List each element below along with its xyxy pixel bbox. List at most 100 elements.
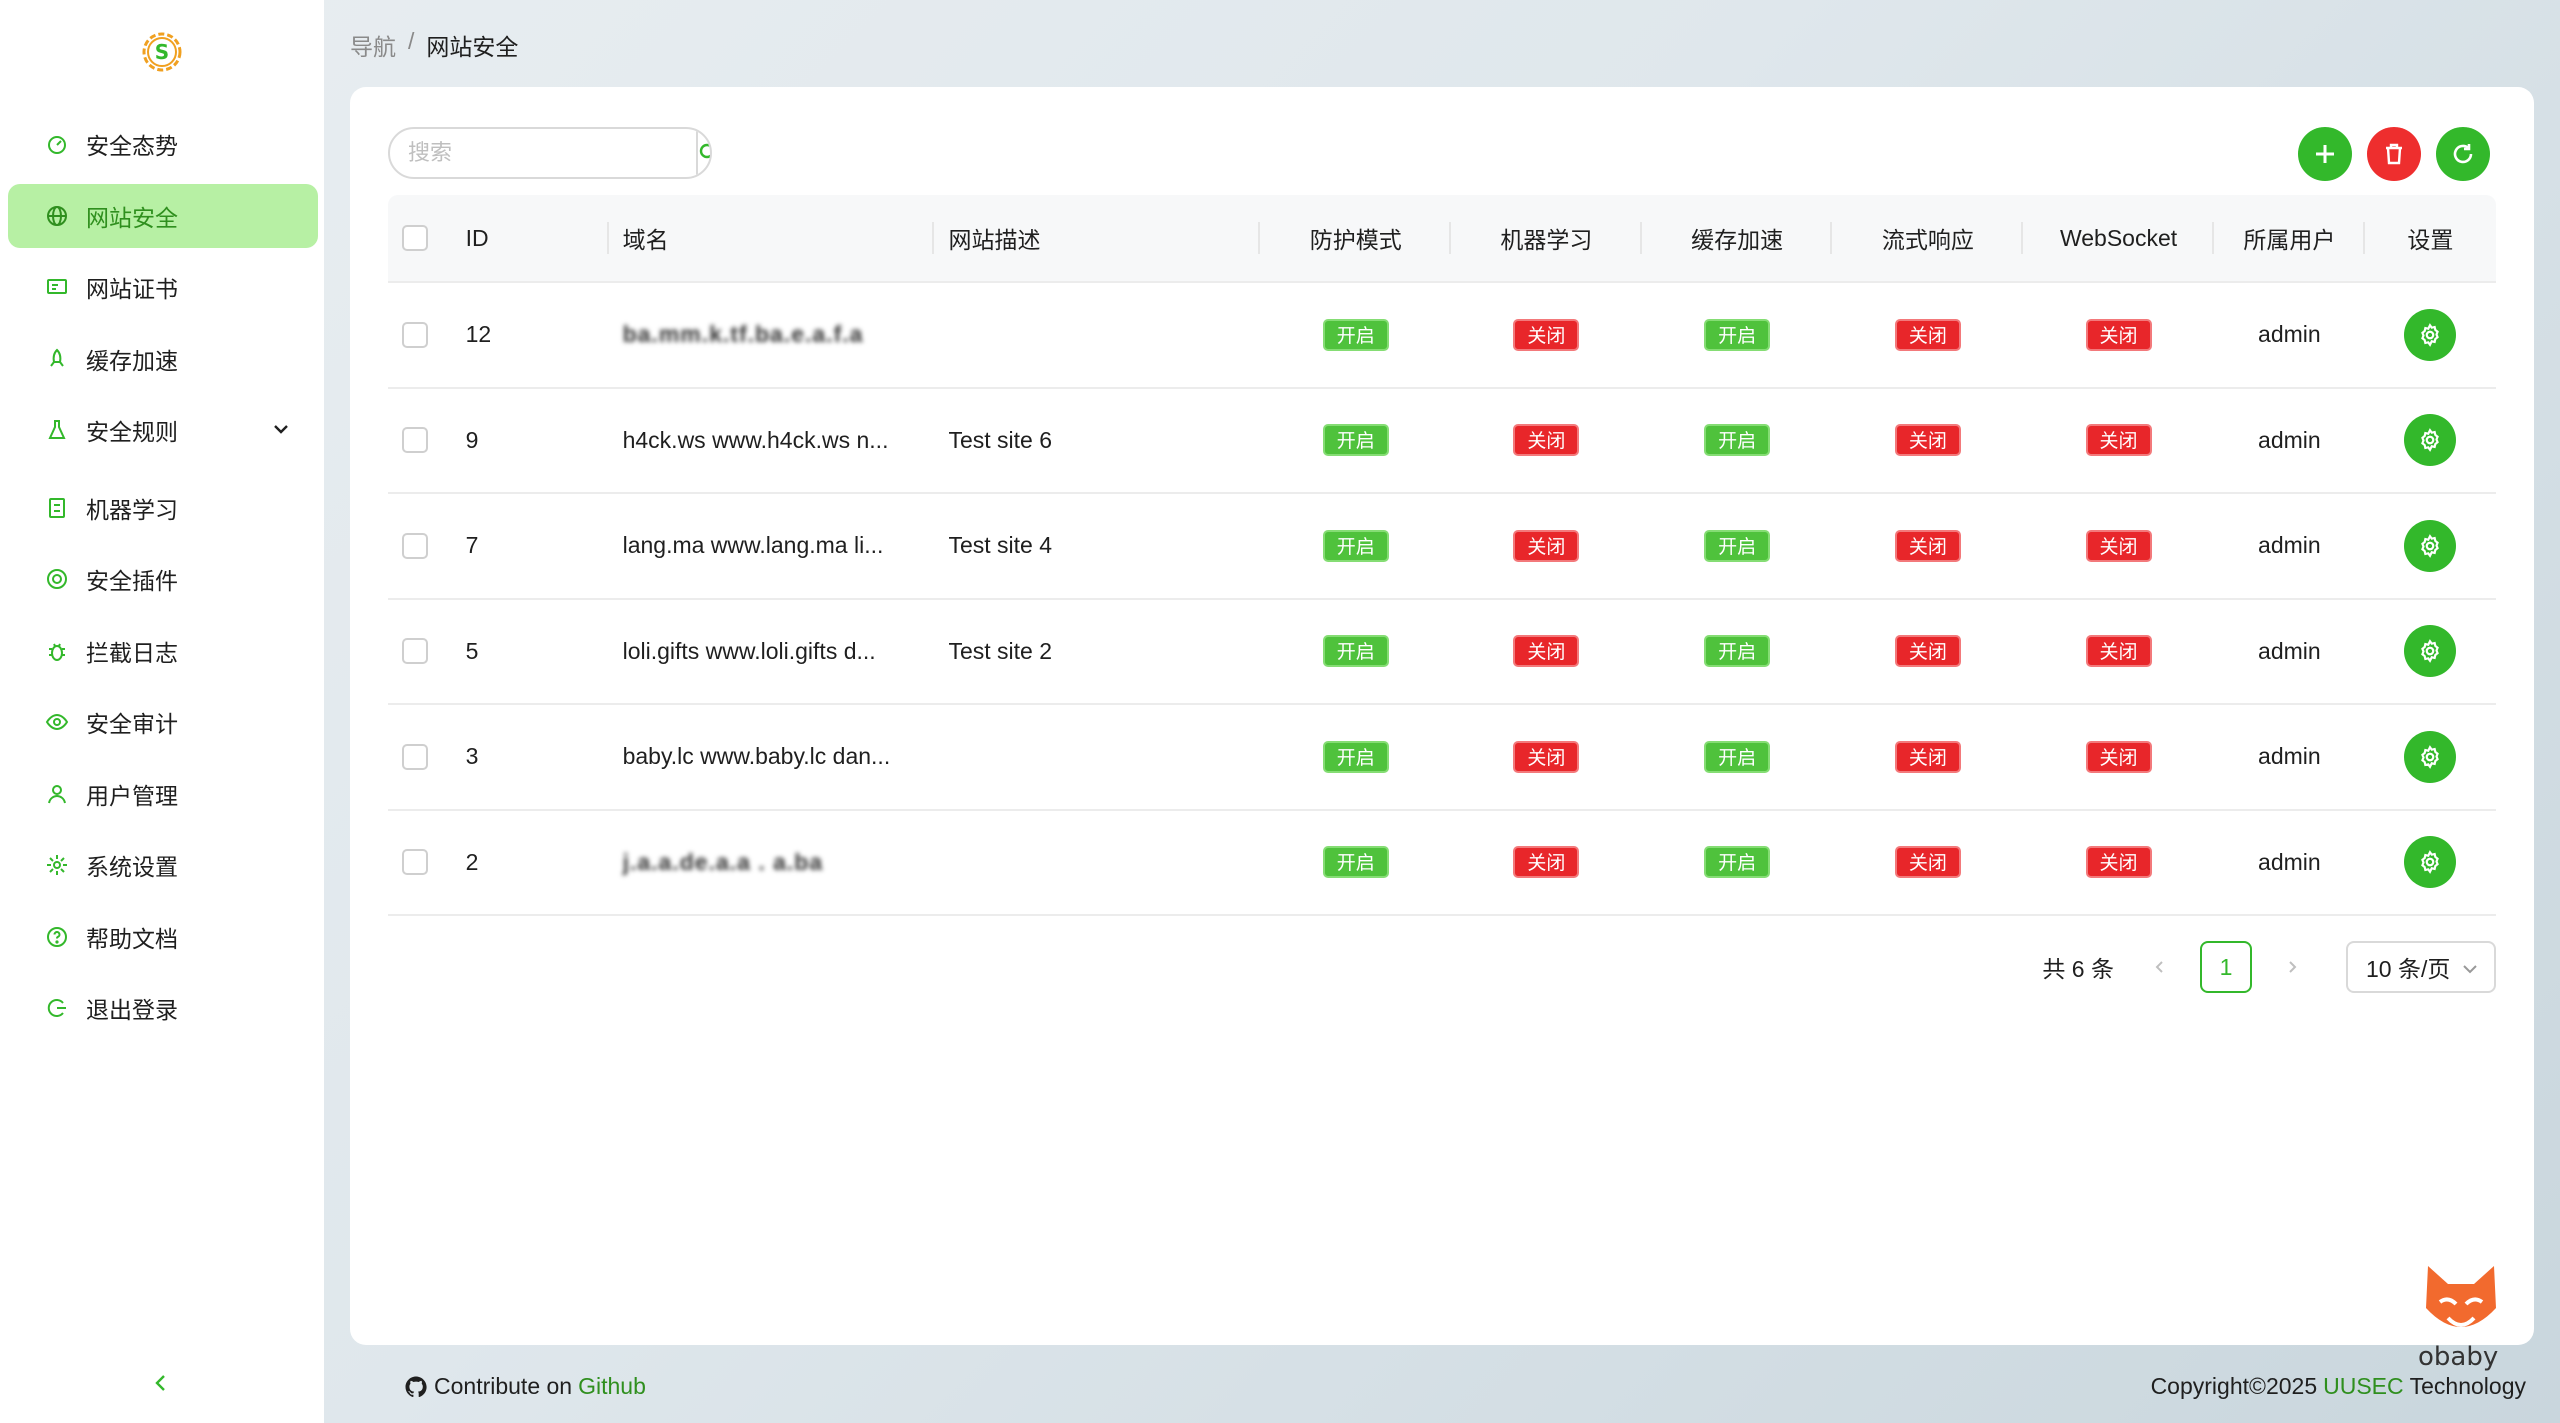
cache-tag-cell: 开启 [1642, 283, 1833, 387]
websocket-tag[interactable]: 关闭 [2085, 424, 2152, 457]
site-domain: loli.gifts www.loli.gifts d... [622, 637, 876, 664]
sidebar-item-cache[interactable]: 缓存加速 [8, 327, 318, 391]
cache-tag[interactable]: 开启 [1704, 846, 1771, 879]
sidebar-item-machine-learning[interactable]: 机器学习 [8, 476, 318, 540]
site-id: 5 [465, 637, 479, 664]
websocket-tag[interactable]: 关闭 [2085, 529, 2152, 562]
page-1-button[interactable]: 1 [2200, 941, 2252, 993]
globe-icon [44, 203, 70, 229]
cache-tag[interactable]: 开启 [1704, 318, 1771, 351]
search-button[interactable] [696, 129, 710, 177]
header-websocket: WebSocket [2023, 194, 2214, 282]
refresh-button[interactable] [2436, 127, 2490, 181]
prev-page-button[interactable] [2140, 941, 2180, 993]
site-settings-button[interactable] [2404, 519, 2457, 572]
machine-learning-tag[interactable]: 关闭 [1513, 529, 1580, 562]
github-link[interactable]: Github [578, 1373, 646, 1400]
protection-mode-tag-cell: 开启 [1260, 705, 1451, 809]
page-size-value: 10 条/页 [2366, 956, 2451, 982]
sidebar-item-audit[interactable]: 安全审计 [8, 690, 318, 754]
site-settings-button[interactable] [2404, 730, 2457, 783]
protection-mode-tag[interactable]: 开启 [1322, 635, 1389, 668]
websocket-tag[interactable]: 关闭 [2085, 318, 2152, 351]
settings-cell [2365, 811, 2496, 915]
cache-tag[interactable]: 开启 [1704, 424, 1771, 457]
websocket-tag[interactable]: 关闭 [2085, 635, 2152, 668]
cache-tag[interactable]: 开启 [1704, 740, 1771, 773]
sidebar-item-help[interactable]: 帮助文档 [8, 905, 318, 969]
cache-tag[interactable]: 开启 [1704, 529, 1771, 562]
protection-mode-tag-cell: 开启 [1260, 283, 1451, 387]
gear-icon [2421, 850, 2440, 875]
site-settings-button[interactable] [2404, 308, 2457, 361]
protection-mode-tag[interactable]: 开启 [1322, 318, 1389, 351]
protection-mode-tag-cell: 开启 [1260, 494, 1451, 598]
delete-site-button[interactable] [2367, 127, 2421, 181]
search-input[interactable] [390, 129, 696, 177]
sidebar-item-plugins[interactable]: 安全插件 [8, 547, 318, 611]
row-select-cell [388, 283, 466, 387]
machine-learning-tag[interactable]: 关闭 [1513, 635, 1580, 668]
row-checkbox[interactable] [402, 849, 428, 876]
websocket-tag[interactable]: 关闭 [2085, 740, 2152, 773]
site-settings-button[interactable] [2404, 414, 2457, 467]
select-all-checkbox[interactable] [402, 225, 428, 251]
site-owner: admin [2258, 321, 2321, 348]
breadcrumb-root[interactable]: 导航 [350, 28, 396, 62]
websocket-tag[interactable]: 关闭 [2085, 846, 2152, 879]
protection-mode-tag-cell: 开启 [1260, 600, 1451, 704]
streaming-tag[interactable]: 关闭 [1894, 424, 1961, 457]
page-size-select[interactable]: 10 条/页 [2346, 941, 2496, 993]
chevron-down-icon[interactable] [270, 418, 292, 440]
protection-mode-tag[interactable]: 开启 [1322, 740, 1389, 773]
row-checkbox[interactable] [402, 743, 428, 770]
add-site-button[interactable] [2298, 127, 2352, 181]
company-link[interactable]: UUSEC [2323, 1373, 2404, 1400]
sidebar-item-label: 缓存加速 [86, 347, 178, 374]
streaming-tag[interactable]: 关闭 [1894, 318, 1961, 351]
header-id: ID [466, 194, 609, 282]
sidebar-item-users[interactable]: 用户管理 [8, 762, 318, 826]
table-body: 12 ba.mm.k.tf.ba.e.a.f.a 开启 关闭 开启 关闭 关闭 admin 9 h… [388, 283, 2496, 916]
table-row: 7 lang.ma www.lang.ma li... Test site 4 开启 关… [388, 494, 2496, 600]
app-logo[interactable]: S [136, 26, 188, 78]
streaming-tag[interactable]: 关闭 [1894, 740, 1961, 773]
refresh-icon [2453, 144, 2473, 164]
streaming-tag[interactable]: 关闭 [1894, 529, 1961, 562]
site-settings-button[interactable] [2404, 625, 2457, 678]
machine-learning-tag[interactable]: 关闭 [1513, 318, 1580, 351]
machine-learning-tag[interactable]: 关闭 [1513, 424, 1580, 457]
row-checkbox[interactable] [402, 321, 428, 348]
next-page-button[interactable] [2272, 941, 2312, 993]
protection-mode-tag[interactable]: 开启 [1322, 846, 1389, 879]
protection-mode-tag[interactable]: 开启 [1322, 424, 1389, 457]
machine-learning-tag[interactable]: 关闭 [1513, 740, 1580, 773]
sidebar-item-certificates[interactable]: 网站证书 [8, 255, 318, 319]
sidebar-item-website-security[interactable]: 网站安全 [8, 183, 318, 248]
site-id: 9 [465, 426, 479, 453]
streaming-tag[interactable]: 关闭 [1894, 635, 1961, 668]
header-cache: 缓存加速 [1642, 194, 1833, 282]
breadcrumb-current: 网站安全 [426, 34, 519, 60]
machine-learning-tag[interactable]: 关闭 [1513, 846, 1580, 879]
settings-cell [2365, 389, 2496, 493]
sidebar-item-block-logs[interactable]: 拦截日志 [8, 619, 318, 683]
sidebar-item-dashboard[interactable]: 安全态势 [8, 112, 318, 176]
row-checkbox[interactable] [402, 638, 428, 665]
row-checkbox[interactable] [402, 427, 428, 454]
footer-copyright: Copyright©2025 UUSEC Technology [2151, 1373, 2526, 1400]
sidebar-item-rules[interactable]: 安全规则 [8, 398, 318, 462]
sidebar-item-logout[interactable]: 退出登录 [8, 976, 318, 1040]
collapse-sidebar-icon[interactable] [148, 1370, 174, 1396]
sidebar-item-label: 安全插件 [86, 568, 178, 594]
plus-icon [2316, 145, 2334, 163]
row-checkbox[interactable] [402, 532, 428, 559]
gear-icon [2421, 744, 2440, 769]
streaming-tag[interactable]: 关闭 [1894, 846, 1961, 879]
protection-mode-tag[interactable]: 开启 [1322, 529, 1389, 562]
company-suffix: Technology [2409, 1373, 2526, 1399]
cache-tag[interactable]: 开启 [1704, 635, 1771, 668]
sidebar-item-label: 拦截日志 [86, 639, 178, 666]
sidebar-item-settings[interactable]: 系统设置 [8, 833, 318, 897]
site-settings-button[interactable] [2404, 836, 2457, 889]
